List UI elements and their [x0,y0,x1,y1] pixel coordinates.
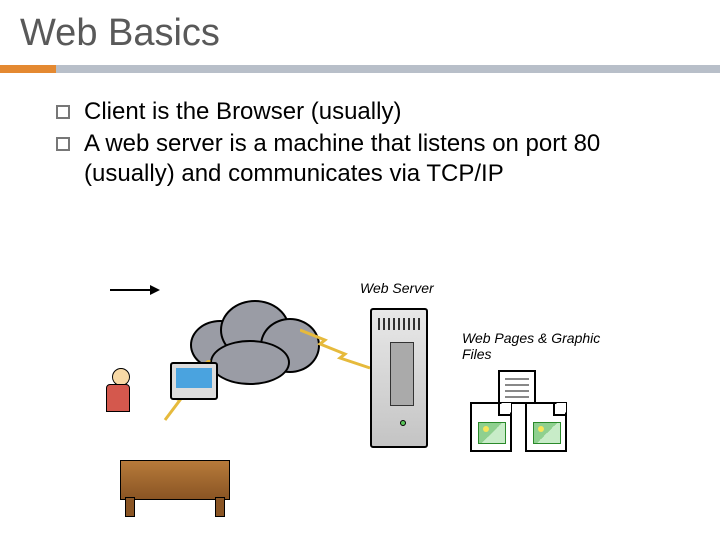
client-user-icon [110,400,240,500]
underline-accent [0,65,56,73]
connection-line-icon [300,320,380,380]
underline-rest [56,65,720,73]
web-server-icon [370,308,428,448]
title-underline [0,65,720,73]
document-file-icon [498,370,536,404]
image-file-icon [525,402,567,452]
files-group-icon [470,370,590,490]
files-label: Web Pages & Graphic Files [462,330,612,362]
server-label: Web Server [360,280,434,296]
arrow-icon [110,280,160,300]
diagram: Web Server Web Pages & Graphic Files [110,280,610,510]
bullet-item: A web server is a machine that listens o… [56,129,680,189]
image-file-icon [470,402,512,452]
monitor-icon [170,362,218,400]
bullet-list: Client is the Browser (usually) A web se… [0,73,720,189]
slide-title: Web Basics [0,0,720,59]
bullet-item: Client is the Browser (usually) [56,97,680,127]
